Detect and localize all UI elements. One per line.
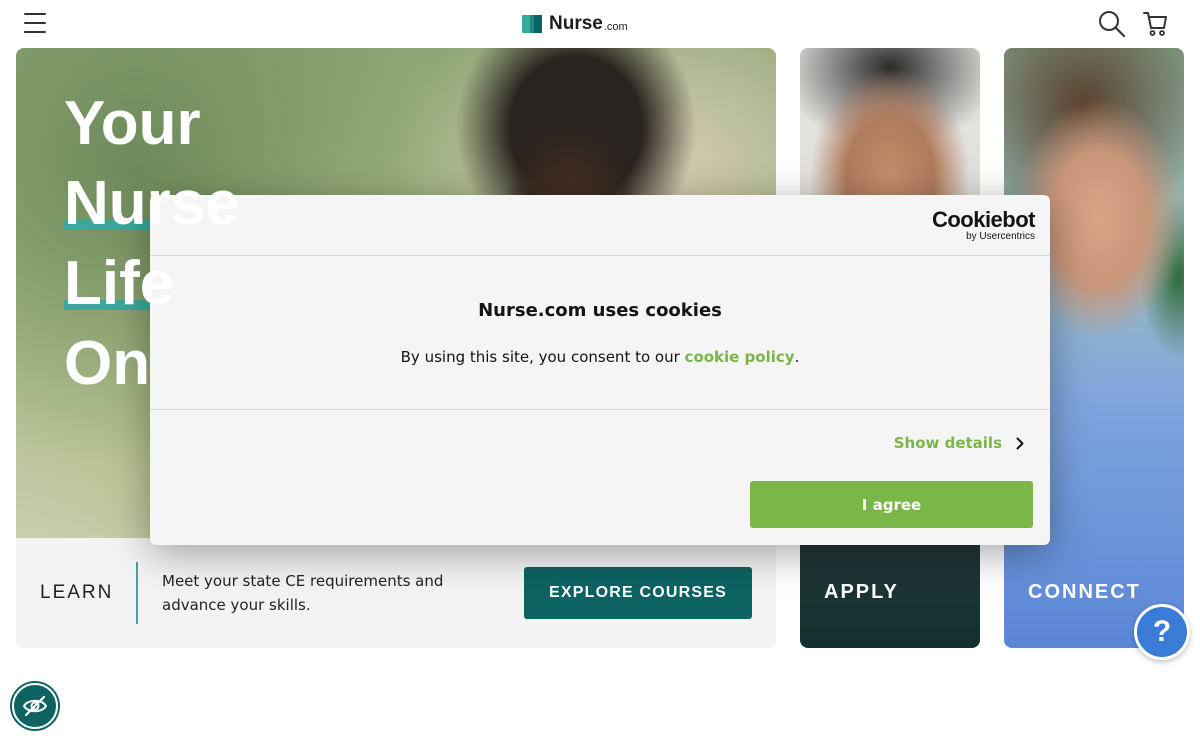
site-logo[interactable]: Nurse .com [522, 13, 628, 34]
apply-card-label: APPLY [824, 581, 899, 603]
hero-title-line: Nurse [64, 164, 244, 244]
cart-icon[interactable] [1142, 10, 1168, 38]
eye-slash-icon [22, 695, 48, 717]
search-icon[interactable] [1098, 10, 1126, 38]
menu-icon[interactable] [24, 13, 46, 33]
cookiebot-brand-sub: by Usercentrics [966, 231, 1035, 242]
accessibility-button[interactable] [12, 683, 58, 729]
learn-label: LEARN [40, 582, 114, 603]
cookie-text-suffix: . [794, 348, 800, 366]
cookiebot-logo: Cookiebot by Usercentrics [931, 207, 1036, 243]
agree-button[interactable]: I agree [750, 481, 1033, 528]
learn-divider [136, 562, 138, 624]
logo-mark-icon [522, 15, 542, 33]
cookie-text-prefix: By using this site, you consent to our [400, 348, 685, 366]
explore-courses-button[interactable]: EXPLORE COURSES [524, 567, 752, 619]
dialog-divider [150, 409, 1050, 410]
hero-title-line: Your [64, 89, 201, 158]
logo-text: Nurse [549, 13, 603, 34]
chevron-right-icon [1016, 437, 1024, 449]
cookie-dialog-text: By using this site, you consent to our c… [150, 348, 1050, 366]
show-details-label: Show details [893, 434, 1002, 452]
cookie-consent-dialog: Cookiebot by Usercentrics Nurse.com uses… [150, 195, 1050, 545]
site-header: Nurse .com [0, 0, 1200, 48]
cookie-policy-link[interactable]: cookie policy [685, 348, 795, 366]
help-button[interactable]: ? [1134, 604, 1190, 660]
connect-card-label: CONNECT [1028, 581, 1141, 603]
cookiebot-brand: Cookiebot [931, 207, 1036, 232]
learn-bar: LEARN Meet your state CE requirements an… [16, 538, 776, 648]
cookie-dialog-title: Nurse.com uses cookies [478, 300, 722, 321]
learn-description: Meet your state CE requirements and adva… [162, 572, 444, 614]
dialog-divider [150, 255, 1050, 256]
show-details-button[interactable]: Show details [894, 434, 1024, 452]
logo-suffix: .com [603, 21, 628, 33]
